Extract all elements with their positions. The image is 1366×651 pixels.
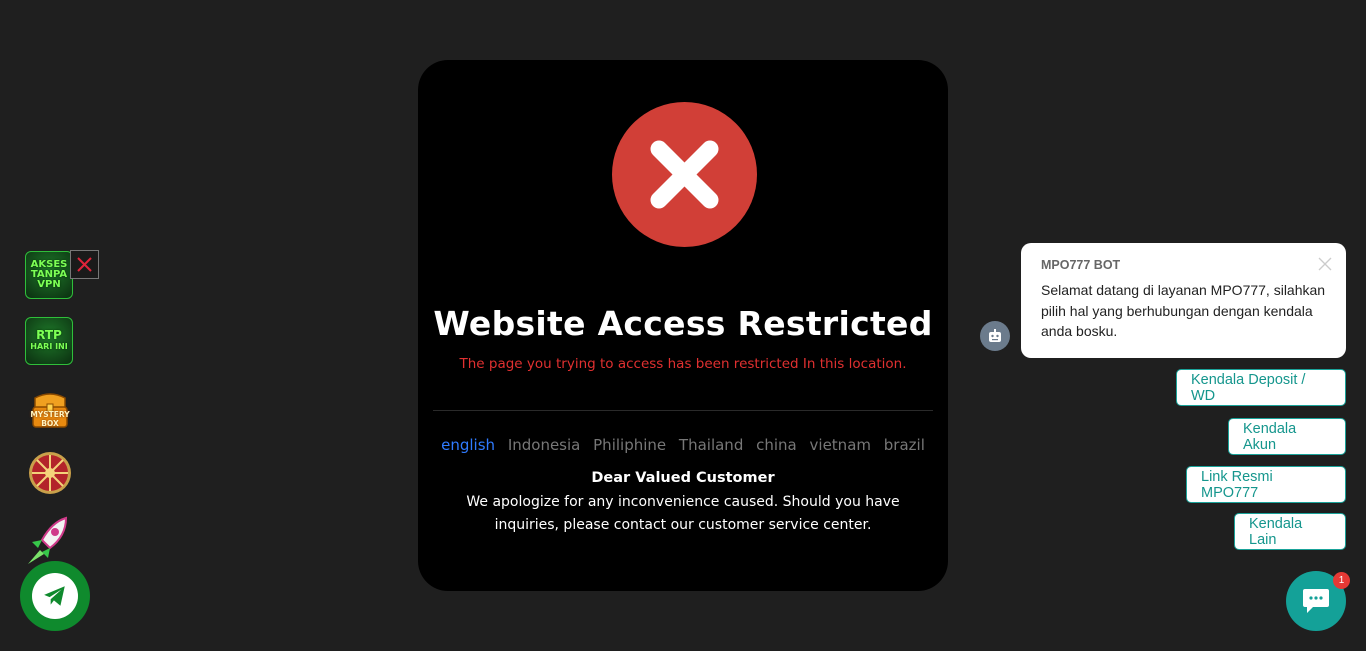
- telegram-icon: [44, 586, 65, 606]
- tile-rtp-line1: RTP: [36, 328, 62, 342]
- apology-message: We apologize for any inconvenience cause…: [466, 494, 900, 533]
- tile-rtp-line2: HARI INI: [30, 342, 68, 351]
- lucky-wheel-button[interactable]: [28, 451, 72, 495]
- quick-reply-link-resmi[interactable]: Link Resmi MPO777: [1186, 466, 1346, 503]
- restriction-modal: Website Access Restricted The page you t…: [418, 60, 948, 591]
- divider: [433, 410, 933, 411]
- lang-thailand[interactable]: Thailand: [679, 436, 743, 454]
- rtp-hari-ini-button[interactable]: RTP HARI INI: [25, 317, 73, 365]
- page-title: Website Access Restricted: [433, 304, 933, 343]
- bot-message: Selamat datang di layanan MPO777, silahk…: [1041, 282, 1326, 339]
- bot-name: MPO777 BOT: [1041, 258, 1121, 272]
- lang-english[interactable]: english: [441, 436, 495, 454]
- lang-china[interactable]: china: [756, 436, 797, 454]
- close-icon: [77, 257, 92, 272]
- lang-indonesia[interactable]: Indonesia: [508, 436, 581, 454]
- mystery-box-label: MYSTERY BOX: [30, 410, 70, 428]
- quick-reply-deposit-wd[interactable]: Kendala Deposit / WD: [1176, 369, 1346, 406]
- chat-bubble-icon: [1303, 589, 1329, 613]
- mystery-box-button[interactable]: MYSTERY BOX: [27, 392, 73, 432]
- greeting: Dear Valued Customer: [591, 470, 775, 486]
- lang-vietnam[interactable]: vietnam: [810, 436, 871, 454]
- restriction-subtitle: The page you trying to access has been r…: [459, 356, 907, 372]
- tile-akses-line3: VPN: [37, 279, 61, 290]
- telegram-button[interactable]: [20, 561, 90, 631]
- lang-brazil[interactable]: brazil: [884, 436, 925, 454]
- telegram-inner: [32, 573, 78, 619]
- akses-tanpa-vpn-button[interactable]: AKSES TANPA VPN: [25, 251, 73, 299]
- bot-message-bubble: MPO777 BOT Selamat datang di layanan MPO…: [1021, 243, 1346, 358]
- lang-philiphine[interactable]: Philiphine: [593, 436, 666, 454]
- spin-wheel-icon: [29, 452, 71, 494]
- language-selector: english Indonesia Philiphine Thailand ch…: [418, 436, 948, 454]
- close-icon[interactable]: [1318, 257, 1332, 271]
- error-x-icon: [612, 102, 757, 247]
- close-side-menu-button[interactable]: [70, 250, 99, 279]
- bot-avatar: [980, 321, 1010, 351]
- quick-reply-lain[interactable]: Kendala Lain: [1234, 513, 1346, 550]
- robot-icon: [989, 329, 1001, 342]
- unread-badge: 1: [1333, 572, 1350, 589]
- quick-reply-akun[interactable]: Kendala Akun: [1228, 418, 1346, 455]
